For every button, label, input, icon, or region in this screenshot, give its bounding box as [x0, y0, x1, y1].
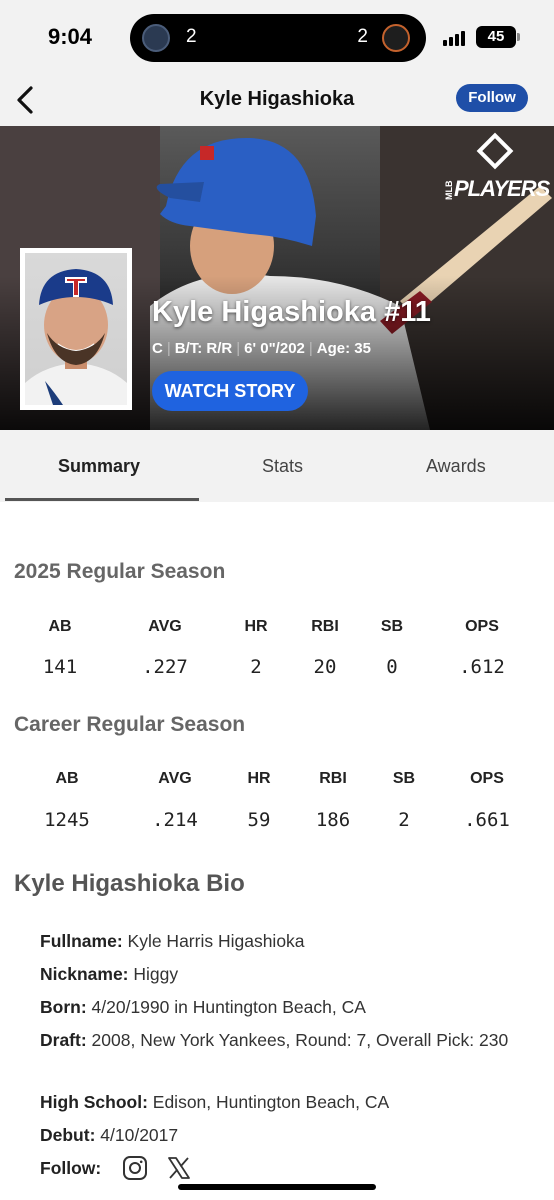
bio-value: Edison, Huntington Beach, CA — [152, 1092, 390, 1112]
bio-value: 2008, New York Yankees, Round: 7, Overal… — [91, 1030, 509, 1050]
bio-value: Kyle Harris Higashioka — [127, 931, 305, 951]
stat-value: 0 — [386, 656, 398, 678]
cellular-signal-icon — [443, 30, 467, 46]
stat-label: SB — [392, 770, 416, 787]
away-score: 2 — [357, 26, 368, 47]
stat-value: 59 — [247, 809, 271, 831]
tab-summary[interactable]: Summary — [58, 456, 140, 477]
stat-label: AB — [55, 770, 79, 787]
tab-bar: Summary Stats Awards — [0, 430, 554, 502]
diamond-logo-icon — [476, 132, 514, 170]
bio-label: Nickname: — [40, 964, 129, 984]
stat-label: AB — [48, 618, 72, 635]
season-stats-title: 2025 Regular Season — [14, 560, 226, 583]
battery-icon: 45 — [476, 26, 516, 48]
stat-value: 2 — [250, 656, 262, 678]
stat-label: OPS — [470, 770, 504, 787]
stat-value: .214 — [152, 809, 198, 831]
bio-label: Debut: — [40, 1125, 96, 1145]
stat-label: AVG — [148, 618, 182, 635]
bio-born: Born: 4/20/1990 in Huntington Beach, CA — [40, 992, 530, 1022]
home-indicator[interactable] — [178, 1184, 376, 1190]
tab-awards[interactable]: Awards — [426, 456, 486, 477]
stat-label: SB — [380, 618, 404, 635]
player-height-weight: 6' 0"/202 — [244, 340, 305, 357]
stat-value: 2 — [398, 809, 410, 831]
bio-value: Higgy — [133, 964, 179, 984]
stat-value: 20 — [313, 656, 337, 678]
bio-value: 4/20/1990 in Huntington Beach, CA — [91, 997, 366, 1017]
stat-value: .612 — [459, 656, 505, 678]
player-bats-throws: B/T: R/R — [174, 340, 233, 357]
stat-value: .661 — [464, 809, 510, 831]
bio-label: Follow: — [40, 1158, 102, 1178]
bio-label: Draft: — [40, 1030, 87, 1050]
player-position: C — [152, 340, 163, 357]
player-portrait-image — [25, 269, 127, 405]
player-headshot — [20, 248, 132, 410]
stat-label: RBI — [311, 618, 339, 635]
bio-value: 4/10/2017 — [100, 1125, 179, 1145]
stat-value: .227 — [142, 656, 188, 678]
mlb-players-logo: MLB PLAYERS — [444, 132, 550, 204]
stat-label: HR — [247, 770, 271, 787]
stat-label: AVG — [158, 770, 192, 787]
follow-button[interactable]: Follow — [456, 84, 528, 112]
stat-value: 141 — [42, 656, 78, 678]
bio-draft: Draft: 2008, New York Yankees, Round: 7,… — [40, 1025, 520, 1055]
stat-label: OPS — [465, 618, 499, 635]
active-tab-indicator — [5, 498, 199, 501]
home-score: 2 — [186, 26, 197, 47]
player-name: Kyle Higashioka #11 — [152, 296, 431, 328]
status-time: 9:04 — [48, 24, 93, 49]
stat-value: 1245 — [44, 809, 90, 831]
tab-stats[interactable]: Stats — [262, 456, 303, 477]
watch-story-button[interactable]: WATCH STORY — [152, 371, 308, 411]
bio-fullname: Fullname: Kyle Harris Higashioka — [40, 926, 530, 956]
brand-players-text: PLAYERS — [454, 176, 550, 201]
live-activity-island[interactable]: 2 2 — [130, 14, 426, 62]
career-stats-title: Career Regular Season — [14, 713, 246, 736]
bio-title: Kyle Higashioka Bio — [14, 870, 245, 897]
player-hero-banner: MLB PLAYERS Kyle Higashioka #11 C | B/T: R… — [0, 126, 554, 430]
stat-label: RBI — [319, 770, 347, 787]
bio-debut: Debut: 4/10/2017 — [40, 1120, 530, 1150]
player-meta: C | B/T: R/R | 6' 0"/202 | Age: 35 — [152, 340, 371, 357]
nav-header: Kyle Higashioka Follow — [0, 76, 554, 126]
bio-label: Born: — [40, 997, 87, 1017]
bio-nickname: Nickname: Higgy — [40, 959, 530, 989]
team-logo-icon — [142, 24, 170, 52]
bio-label: Fullname: — [40, 931, 123, 951]
x-icon[interactable] — [166, 1155, 192, 1181]
team-logo-icon — [382, 24, 410, 52]
stat-label: HR — [244, 618, 268, 635]
bio-high-school: High School: Edison, Huntington Beach, C… — [40, 1087, 530, 1117]
brand-mlb-text: MLB — [444, 180, 454, 201]
bio-label: High School: — [40, 1092, 148, 1112]
instagram-icon[interactable] — [122, 1155, 148, 1181]
status-bar: 9:04 2 2 45 — [0, 0, 554, 76]
battery-tip — [517, 33, 520, 41]
stat-value: 186 — [315, 809, 351, 831]
player-age: Age: 35 — [316, 340, 371, 357]
bio-follow: Follow: — [40, 1153, 120, 1183]
